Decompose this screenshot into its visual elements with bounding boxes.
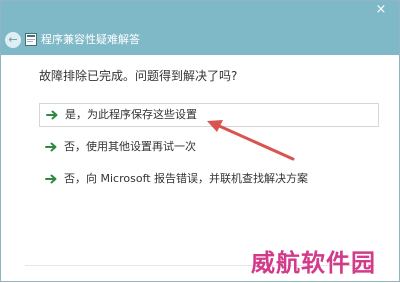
troubleshooter-window: × ← 程序兼容性疑难解答 故障排除已完成。问题得到解决了吗? 是，为此程序保存… xyxy=(0,0,400,282)
watermark-text: 威航软件园 xyxy=(251,248,376,277)
red-annotation-arrow xyxy=(207,120,295,161)
